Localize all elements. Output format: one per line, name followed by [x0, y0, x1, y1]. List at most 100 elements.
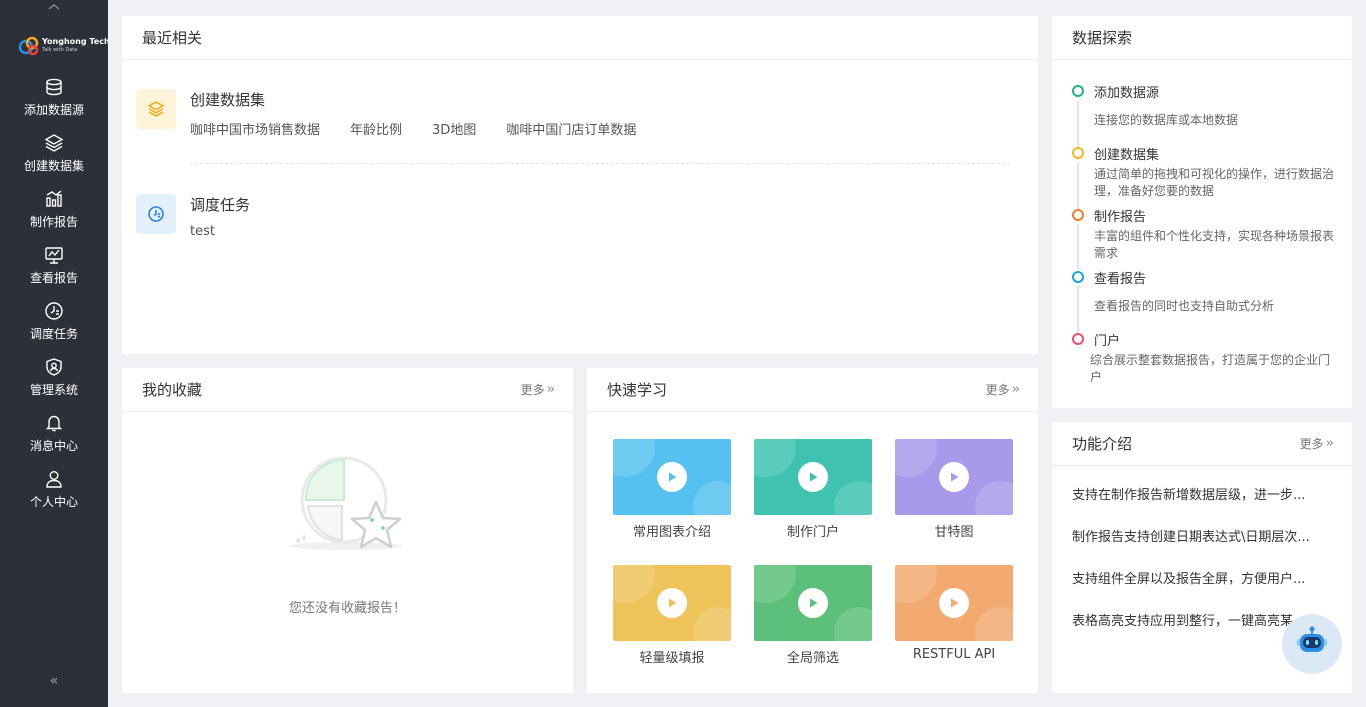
shield-user-icon	[43, 356, 65, 378]
video-thumbnail	[754, 439, 872, 515]
learn-tile-portal[interactable]: 制作门户	[754, 439, 872, 540]
explore-step-desc: 综合展示整套数据报告，打造属于您的企业门户	[1090, 353, 1331, 384]
features-title: 功能介绍	[1072, 435, 1133, 453]
recent-title: 最近相关	[142, 29, 203, 47]
favorites-title: 我的收藏	[142, 381, 203, 399]
timeline-connector	[1077, 101, 1079, 147]
explore-step-title: 制作报告	[1094, 210, 1147, 225]
learn-tile-label: 常用图表介绍	[632, 525, 711, 540]
sidebar-item-label: 调度任务	[29, 327, 78, 341]
favorites-more-link[interactable]: 更多 ››	[520, 381, 556, 398]
sidebar-item-label: 管理系统	[29, 383, 78, 397]
explore-step-desc: 连接您的数据库或本地数据	[1094, 113, 1239, 127]
recent-item-link[interactable]: test	[190, 224, 215, 239]
quick-learn-title: 快速学习	[607, 381, 668, 399]
brand-name: Yonghong Tech	[42, 36, 110, 46]
double-chevron-right-icon: ››	[1325, 436, 1335, 451]
timeline-dot-icon	[1072, 147, 1084, 159]
timeline-connector	[1077, 163, 1079, 209]
learn-tile-light-fill[interactable]: 轻量级填报	[613, 565, 731, 666]
brand-logo-mark-icon	[18, 35, 39, 56]
learn-tile-chart-intro[interactable]: 常用图表介绍	[613, 439, 731, 540]
recent-item-link[interactable]: 咖啡中国门店订单数据	[506, 119, 636, 138]
sidebar-collapse-up-icon[interactable]	[0, 0, 108, 14]
empty-favorites-illustration	[284, 448, 414, 558]
timeline-dot-icon	[1072, 333, 1084, 345]
explore-card: 数据探索 添加数据源 连接您的数据库或本地数据 创建数据集 通过简单的拖拽和可视…	[1052, 16, 1352, 408]
sidebar-item-label: 添加数据源	[23, 103, 84, 117]
recent-item-link[interactable]: 3D地图	[432, 119, 476, 138]
play-icon	[939, 588, 969, 618]
layers-icon	[43, 132, 65, 154]
timeline-connector	[1077, 286, 1079, 332]
timeline-dot-icon	[1072, 209, 1084, 221]
more-label: 更多	[520, 383, 545, 397]
recent-item-link[interactable]: 咖啡中国市场销售数据	[190, 119, 320, 138]
sidebar-item-label: 制作报告	[29, 215, 78, 229]
explore-step-desc: 通过简单的拖拽和可视化的操作，进行数据治理，准备好您要的数据	[1094, 167, 1335, 198]
bar-chart-icon	[43, 188, 65, 210]
assistant-robot-button[interactable]	[1282, 614, 1342, 674]
recent-group-title: 调度任务	[190, 196, 251, 214]
favorites-card: 我的收藏 更多 ›› 您还没有收藏报告！	[122, 368, 573, 693]
recent-card: 最近相关 创建数据集 咖啡中国市场销售数据 年龄比例 3D地图 咖啡中国门店订单…	[122, 16, 1038, 354]
clock-task-icon	[43, 300, 65, 322]
brand-logo[interactable]: Yonghong Tech Talk with Data	[18, 26, 110, 64]
feature-item-link[interactable]: 支持在制作报告新增数据层级，进一步...	[1072, 484, 1332, 503]
learn-tile-gantt[interactable]: 甘特图	[895, 439, 1013, 540]
sidebar-item-profile[interactable]: 个人中心	[0, 464, 108, 514]
explore-step-title: 创建数据集	[1094, 148, 1160, 163]
double-chevron-right-icon: ››	[546, 382, 556, 397]
recent-item-link[interactable]: 年龄比例	[350, 119, 402, 138]
learn-tile-restful-api[interactable]: RESTFUL API	[895, 565, 1013, 662]
sidebar-item-admin[interactable]: 管理系统	[0, 352, 108, 402]
timeline-dot-icon	[1072, 271, 1084, 283]
learn-tile-label: 轻量级填报	[639, 651, 705, 666]
feature-item-link[interactable]: 制作报告支持创建日期表达式\日期层次...	[1072, 526, 1332, 545]
recent-group-schedule: 调度任务 test	[136, 194, 250, 239]
learn-tile-label: RESTFUL API	[912, 647, 996, 662]
play-icon	[657, 462, 687, 492]
quick-learn-more-link[interactable]: 更多 ››	[985, 381, 1021, 398]
recent-group-title: 创建数据集	[190, 91, 266, 109]
sidebar-item-label: 消息中心	[29, 439, 78, 453]
explore-step-desc: 丰富的组件和个性化支持，实现各种场景报表需求	[1094, 229, 1335, 260]
empty-favorites-text: 您还没有收藏报告！	[288, 601, 406, 616]
sidebar-item-schedule-task[interactable]: 调度任务	[0, 296, 108, 346]
learn-tile-label: 全局筛选	[786, 651, 839, 666]
brand-slogan: Talk with Data	[42, 46, 78, 53]
explore-step-title: 添加数据源	[1094, 86, 1160, 101]
more-label: 更多	[985, 383, 1010, 397]
features-more-link[interactable]: 更多 ››	[1300, 435, 1335, 452]
schedule-clock-icon	[136, 194, 176, 234]
recent-group-dataset: 创建数据集 咖啡中国市场销售数据 年龄比例 3D地图 咖啡中国门店订单数据	[136, 89, 666, 138]
video-thumbnail	[613, 565, 731, 641]
sidebar-item-view-report[interactable]: 查看报告	[0, 240, 108, 290]
timeline-connector	[1077, 224, 1079, 270]
database-icon	[43, 76, 65, 98]
explore-step-title: 查看报告	[1094, 272, 1147, 287]
sidebar-item-add-datasource[interactable]: 添加数据源	[0, 72, 108, 122]
play-icon	[657, 588, 687, 618]
sidebar-item-make-report[interactable]: 制作报告	[0, 184, 108, 234]
timeline-dot-icon	[1072, 85, 1084, 97]
feature-item-link[interactable]: 支持组件全屏以及报告全屏，方便用户...	[1072, 568, 1332, 587]
video-thumbnail	[895, 439, 1013, 515]
recent-divider	[190, 163, 1010, 164]
sidebar-item-create-dataset[interactable]: 创建数据集	[0, 128, 108, 178]
sidebar-item-messages[interactable]: 消息中心	[0, 408, 108, 458]
sidebar-item-label: 创建数据集	[23, 159, 84, 173]
sidebar-item-label: 查看报告	[29, 271, 78, 285]
sidebar-item-label: 个人中心	[29, 495, 78, 509]
dataset-layers-icon	[136, 89, 176, 129]
learn-tile-global-filter[interactable]: 全局筛选	[754, 565, 872, 666]
quick-learn-card: 快速学习 更多 ›› 常用图表介绍 制作门户 甘特图 轻量级填报 全局筛选 RE…	[587, 368, 1038, 693]
learn-tile-label: 甘特图	[934, 525, 974, 540]
sidebar-collapse-icon[interactable]: «	[0, 673, 108, 689]
explore-step-title: 门户	[1094, 334, 1121, 349]
explore-title: 数据探索	[1072, 29, 1133, 47]
play-icon	[939, 462, 969, 492]
video-thumbnail	[754, 565, 872, 641]
explore-step-desc: 查看报告的同时也支持自助式分析	[1094, 299, 1275, 313]
sidebar: Yonghong Tech Talk with Data 添加数据源 创建数据集…	[0, 0, 110, 707]
